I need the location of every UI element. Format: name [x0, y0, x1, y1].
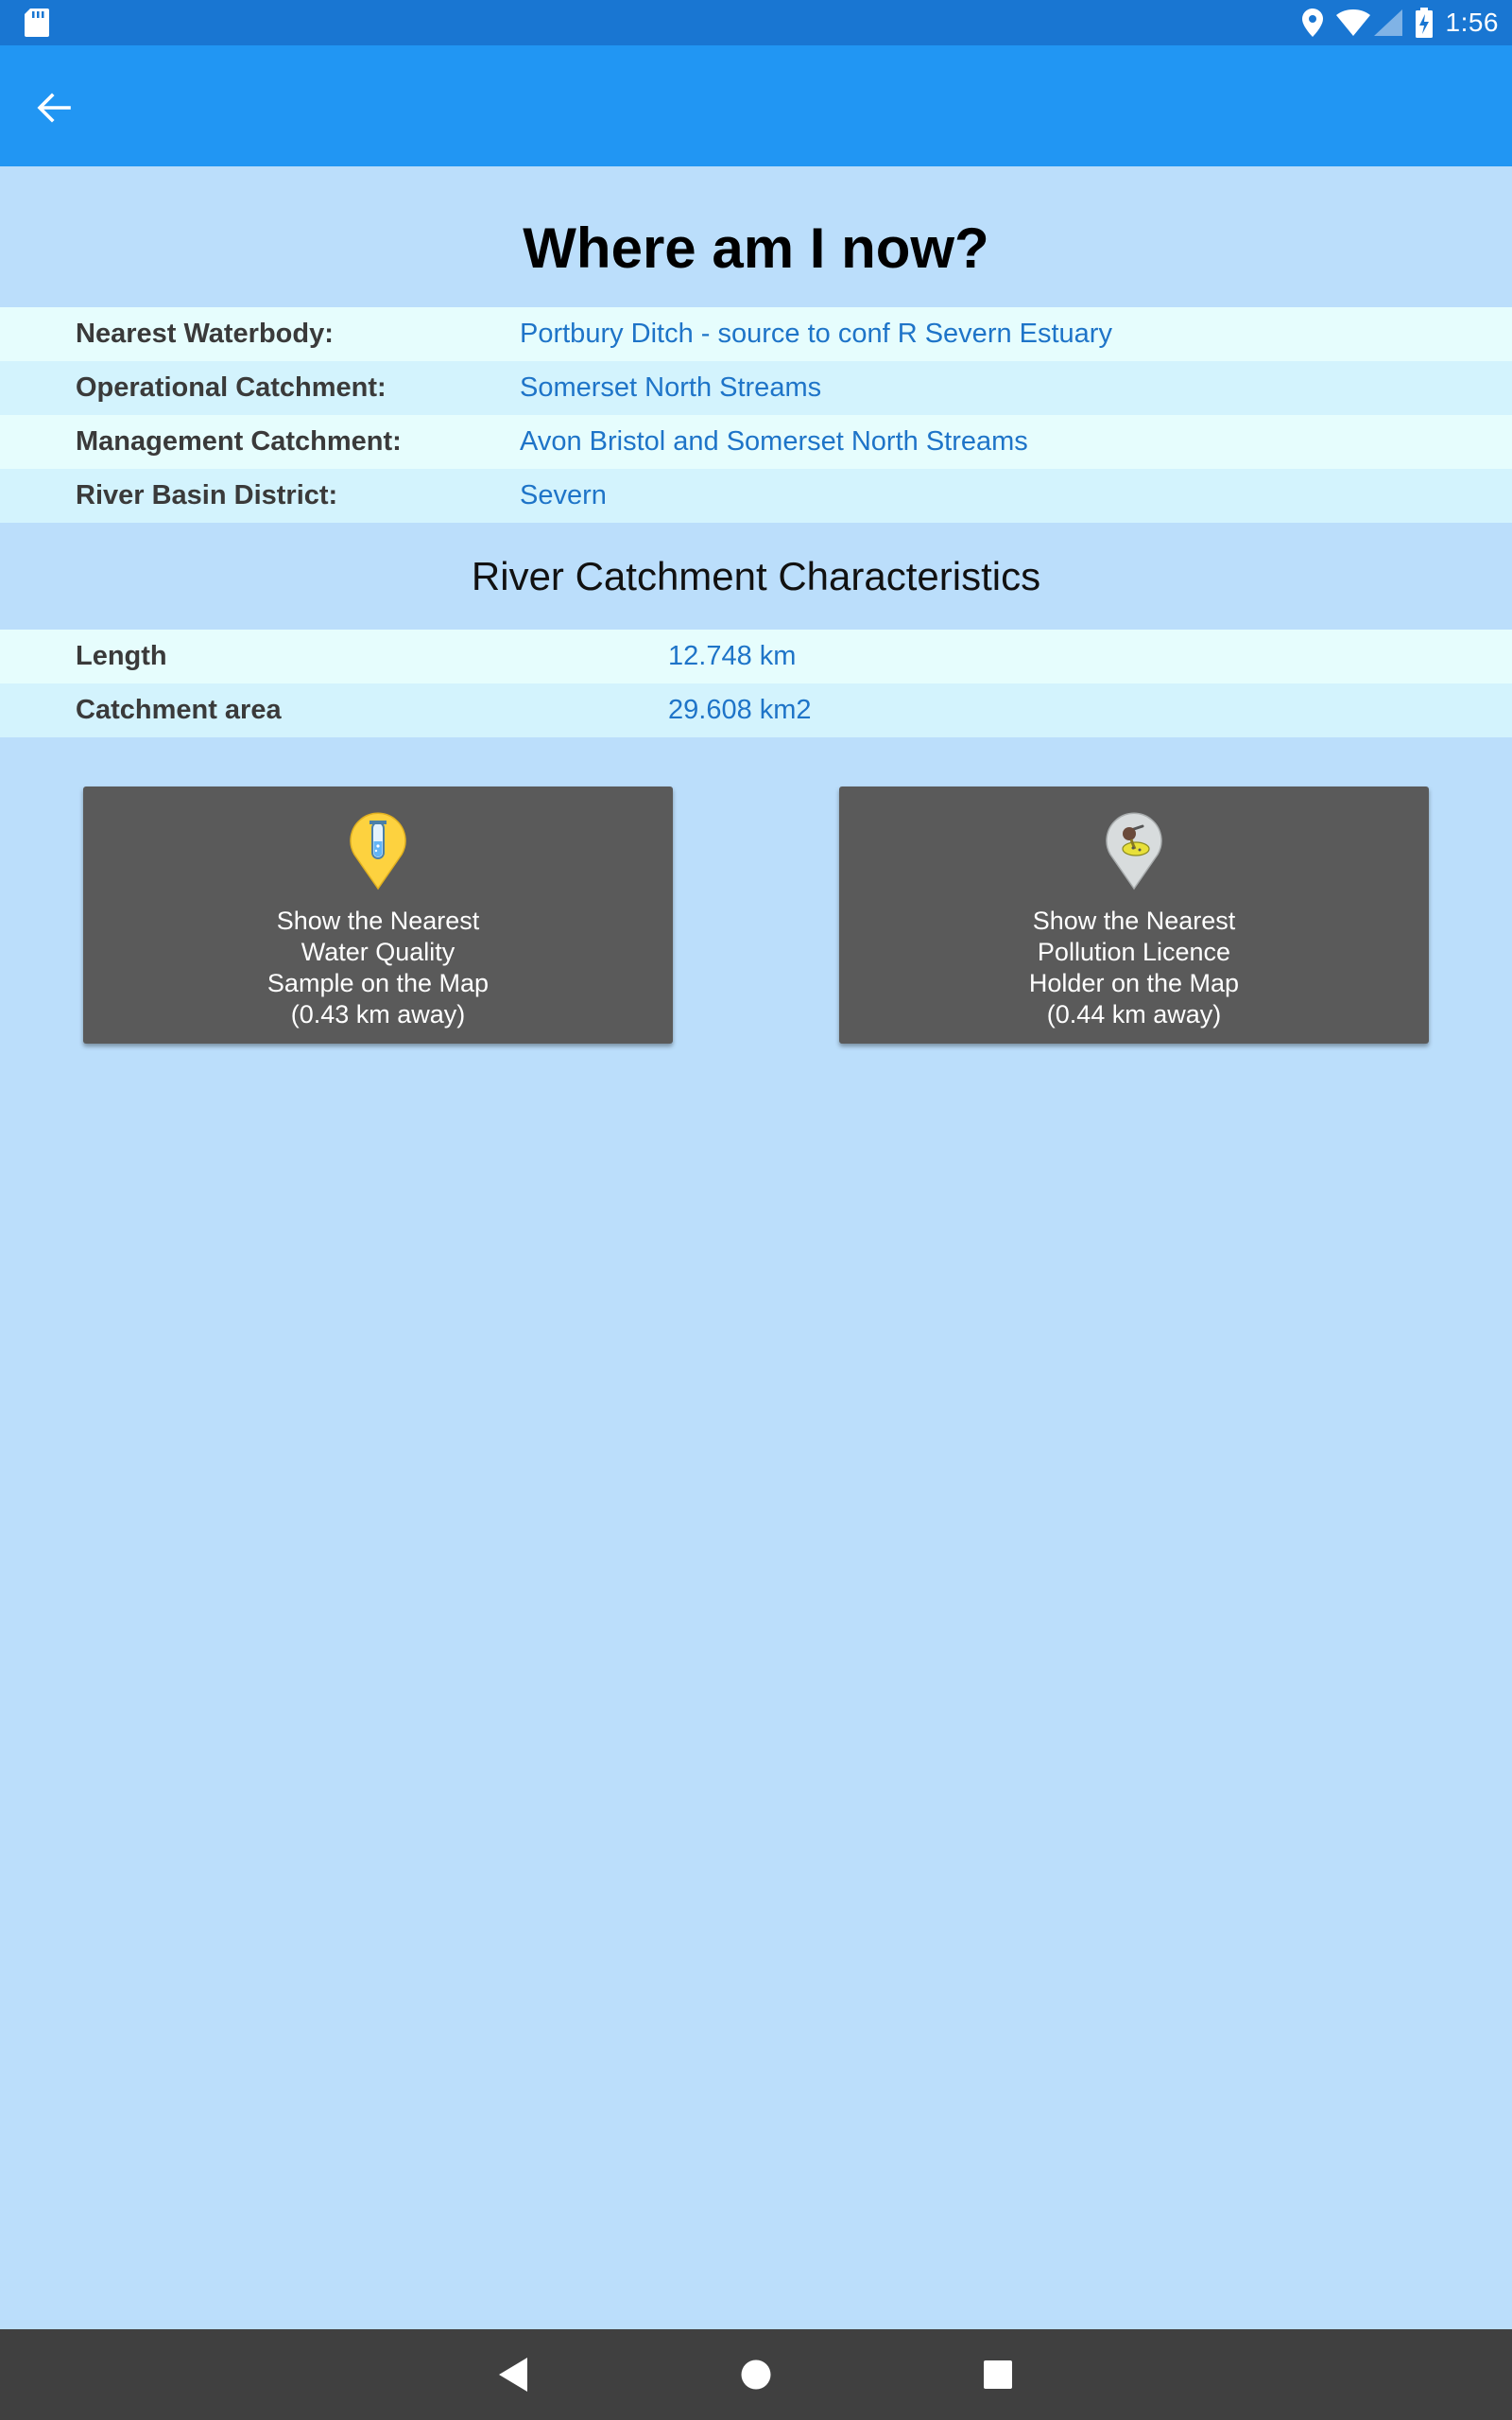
show-nearest-water-quality-button[interactable]: Show the Nearest Water Quality Sample on… [83, 786, 673, 1044]
navigation-bar [0, 2329, 1512, 2420]
row-value: Portbury Ditch - source to conf R Severn… [520, 319, 1112, 349]
button-label-line: Show the Nearest [1032, 907, 1236, 935]
row-value: Somerset North Streams [520, 372, 822, 403]
table-row: River Basin District: Severn [0, 469, 1512, 523]
wifi-icon [1335, 9, 1370, 36]
location-table: Nearest Waterbody: Portbury Ditch - sour… [0, 307, 1512, 523]
battery-charging-icon [1415, 8, 1433, 38]
row-label: Nearest Waterbody: [76, 319, 334, 349]
app-bar [0, 45, 1512, 166]
back-button[interactable] [28, 85, 79, 130]
table-row: Catchment area 29.608 km2 [0, 683, 1512, 737]
row-label: Catchment area [76, 695, 282, 725]
button-label-line: Holder on the Map [1028, 969, 1240, 997]
row-value: 29.608 km2 [668, 695, 812, 725]
table-row: Nearest Waterbody: Portbury Ditch - sour… [0, 307, 1512, 361]
page-title: Where am I now? [523, 216, 989, 280]
button-label: Show the Nearest Water Quality Sample on… [83, 906, 673, 1030]
button-label-line: Sample on the Map [266, 969, 490, 997]
signal-icon [1373, 9, 1402, 36]
nav-back-icon [499, 2358, 527, 2392]
arrow-left-icon [37, 93, 71, 123]
button-distance: (0.44 km away) [1046, 1000, 1222, 1028]
button-label-line: Water Quality [301, 938, 455, 966]
table-row: Management Catchment: Avon Bristol and S… [0, 415, 1512, 469]
row-label: River Basin District: [76, 480, 338, 510]
water-quality-sample-pin-icon [350, 812, 406, 890]
nav-home-icon [741, 2360, 771, 2390]
nav-back-button[interactable] [490, 2350, 539, 2399]
status-time: 1:56 [1445, 8, 1499, 37]
nav-home-button[interactable] [731, 2350, 781, 2399]
row-value: 12.748 km [668, 641, 797, 671]
sd-card-icon [25, 9, 49, 37]
row-value: Severn [520, 480, 607, 510]
row-label: Length [76, 641, 167, 671]
button-label: Show the Nearest Pollution Licence Holde… [839, 906, 1429, 1030]
table-row: Length 12.748 km [0, 630, 1512, 683]
nav-recents-button[interactable] [973, 2350, 1022, 2399]
nav-recents-icon [984, 2360, 1012, 2389]
characteristics-table: Length 12.748 km Catchment area 29.608 k… [0, 630, 1512, 737]
show-nearest-pollution-licence-button[interactable]: Show the Nearest Pollution Licence Holde… [839, 786, 1429, 1044]
button-label-line: Show the Nearest [276, 907, 480, 935]
section-title: River Catchment Characteristics [471, 554, 1041, 598]
row-value: Avon Bristol and Somerset North Streams [520, 426, 1028, 457]
main-content: Where am I now? Nearest Waterbody: Portb… [0, 166, 1512, 2329]
row-label: Operational Catchment: [76, 372, 387, 403]
location-icon [1301, 9, 1323, 37]
row-label: Management Catchment: [76, 426, 402, 457]
pollution-licence-pin-icon [1106, 812, 1162, 890]
button-distance: (0.43 km away) [290, 1000, 466, 1028]
button-label-line: Pollution Licence [1037, 938, 1231, 966]
status-bar: 1:56 [0, 0, 1512, 45]
table-row: Operational Catchment: Somerset North St… [0, 361, 1512, 415]
